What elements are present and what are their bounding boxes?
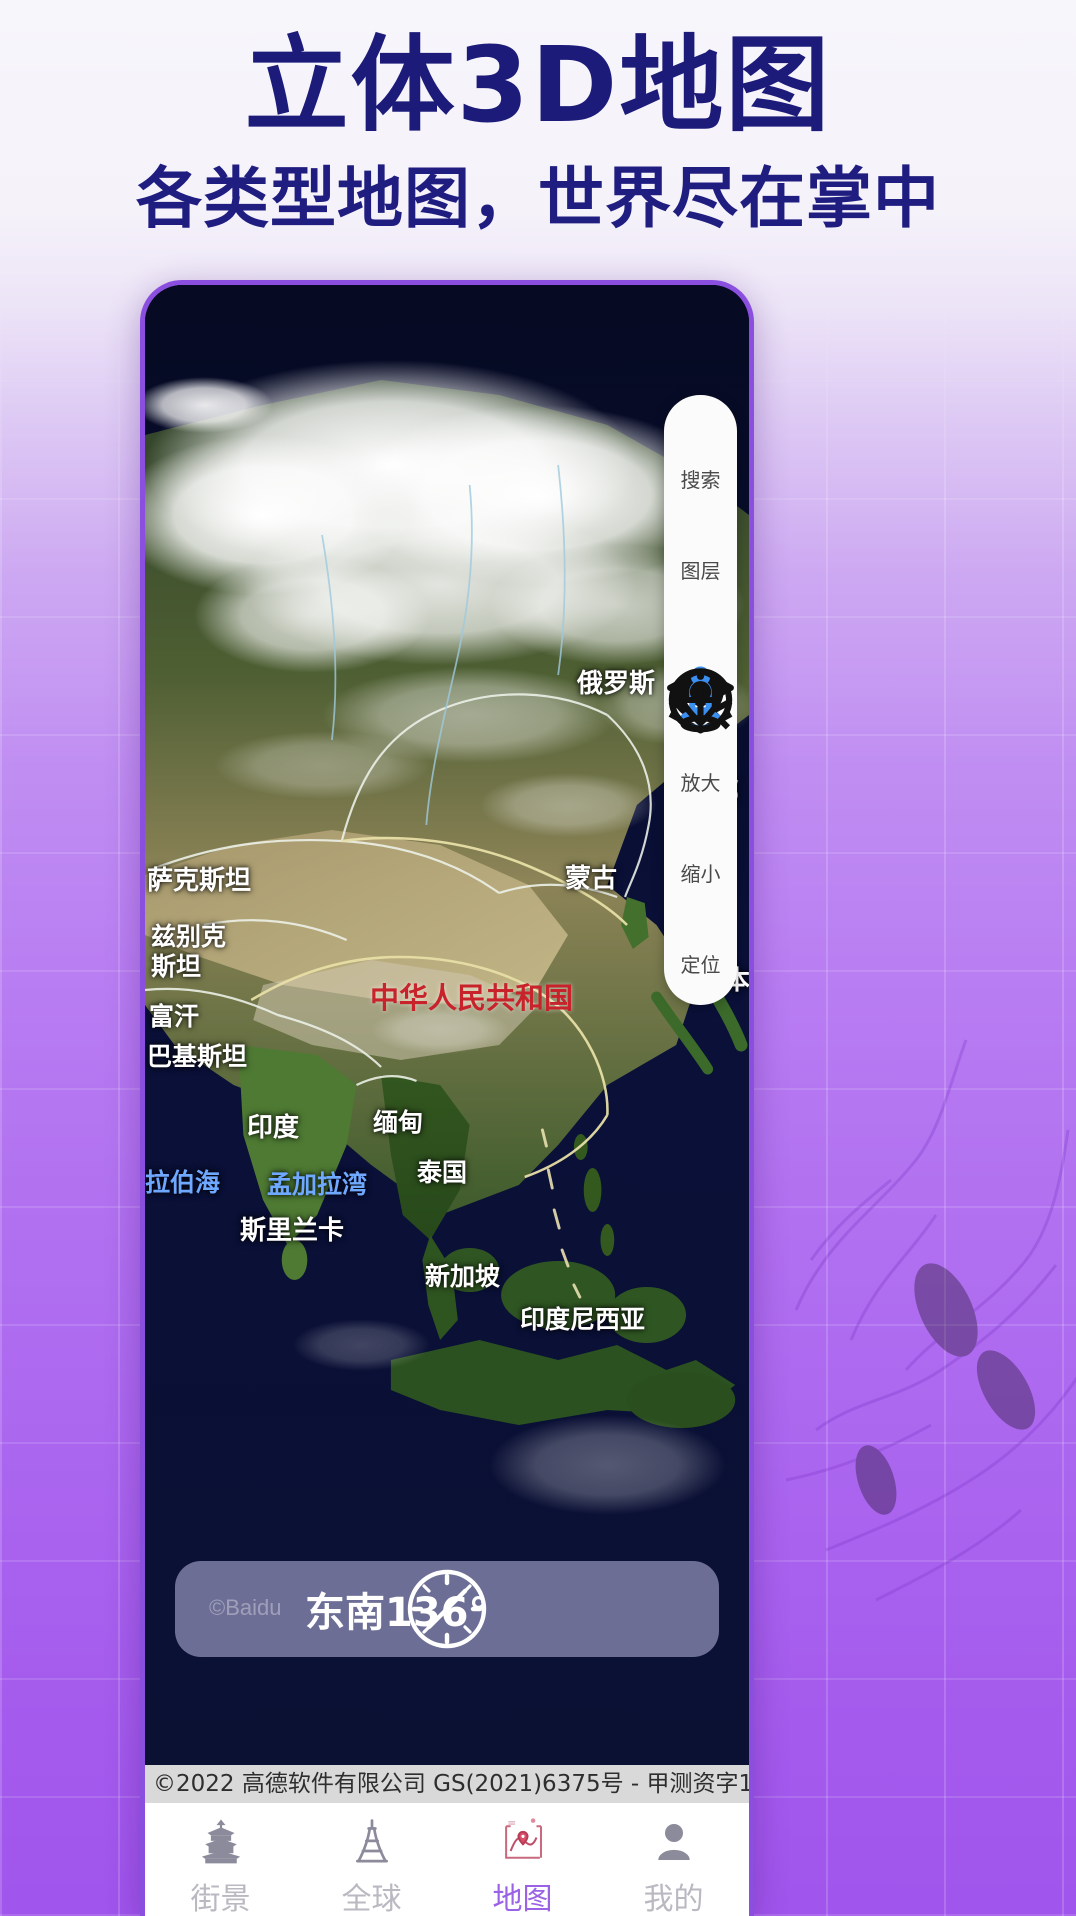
tab-global-label: 全球 xyxy=(341,1882,402,1916)
map-label: 蒙古 xyxy=(565,864,618,894)
map-label: 印度 xyxy=(247,1113,300,1143)
phone-screen: 俄罗斯萨克斯坦蒙古兹别克斯坦富汗巴基斯坦中华人民共和国鄂日本印度缅甸泰国孟加拉湾… xyxy=(145,285,749,1916)
tab-map-label: 地图 xyxy=(492,1882,553,1916)
map-label: 斯坦 xyxy=(151,952,202,981)
map-controls-rail[interactable]: 搜索 图层 放大 缩小 定位 xyxy=(664,395,737,1005)
tab-streetview-label: 街景 xyxy=(190,1882,251,1916)
promo-page: 立体3D地图 各类型地图，世界尽在掌中 俄罗斯 萨克斯坦 蒙古 兹别克 斯坦 富… xyxy=(0,0,1076,1916)
map-label: 斯里兰卡 xyxy=(240,1216,345,1246)
map-label: 拉伯海 xyxy=(145,1168,221,1197)
eiffel-tower-icon xyxy=(296,1811,447,1873)
page-title: 立体3D地图 xyxy=(244,24,832,146)
map-label: 萨克斯坦 xyxy=(147,866,252,896)
person-icon xyxy=(598,1811,749,1873)
tab-profile-label: 我的 xyxy=(643,1882,704,1916)
map-label: 新加坡 xyxy=(425,1262,501,1291)
tab-map[interactable]: 地图 xyxy=(447,1803,598,1916)
map-label: 印度尼西亚 xyxy=(520,1305,646,1334)
map-imagery xyxy=(145,285,749,1765)
bottom-tab-bar[interactable]: 街景 全球 地图 我的 xyxy=(145,1803,749,1916)
decorative-line-art xyxy=(785,1039,1076,1602)
map-label: 缅甸 xyxy=(373,1108,424,1137)
page-subtitle: 各类型地图，世界尽在掌中 xyxy=(136,160,940,237)
map-label: 中华人民共和国 xyxy=(370,981,574,1015)
map-label: 泰国 xyxy=(417,1158,468,1187)
satellite-map[interactable]: 俄罗斯萨克斯坦蒙古兹别克斯坦富汗巴基斯坦中华人民共和国鄂日本印度缅甸泰国孟加拉湾… xyxy=(145,285,749,1765)
locate-button[interactable]: 定位 xyxy=(664,668,737,987)
tab-global[interactable]: 全球 xyxy=(296,1803,447,1916)
map-label: 富汗 xyxy=(149,1002,200,1031)
phone-mockup: 俄罗斯萨克斯坦蒙古兹别克斯坦富汗巴基斯坦中华人民共和国鄂日本印度缅甸泰国孟加拉湾… xyxy=(140,280,754,1916)
map-label: 孟加拉湾 xyxy=(267,1170,368,1199)
pagoda-icon xyxy=(145,1811,296,1873)
map-pin-icon xyxy=(447,1811,598,1873)
map-copyright: ©2022 高德软件有限公司 GS(2021)6375号 - 甲测资字11111… xyxy=(145,1765,749,1803)
tab-profile[interactable]: 我的 xyxy=(598,1803,749,1916)
location-pin-icon xyxy=(664,668,737,947)
compass-bar[interactable]: ©Baidu 东南136° xyxy=(175,1561,719,1657)
tab-streetview[interactable]: 街景 xyxy=(145,1803,296,1916)
map-label: 俄罗斯 xyxy=(577,669,656,699)
map-label: 巴基斯坦 xyxy=(147,1042,248,1071)
